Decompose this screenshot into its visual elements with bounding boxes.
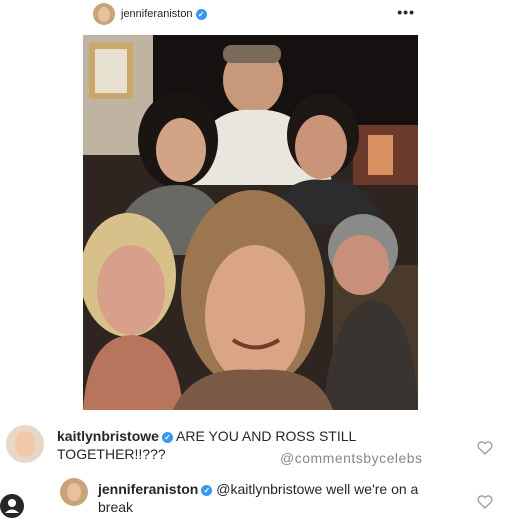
post-author-username[interactable]: jenniferaniston ✓ xyxy=(121,8,207,20)
reply-item: jenniferaniston ✓ @kaitlynbristowe well w… xyxy=(98,480,428,516)
reply-author-avatar[interactable] xyxy=(60,478,88,506)
heart-icon[interactable] xyxy=(477,441,493,455)
verified-icon: ✓ xyxy=(161,431,173,443)
post-photo[interactable] xyxy=(83,35,418,410)
reply-username[interactable]: jenniferaniston xyxy=(98,481,198,497)
commenter-avatar[interactable] xyxy=(6,425,44,463)
post-header: jenniferaniston ✓ ••• xyxy=(0,0,519,28)
more-options-button[interactable]: ••• xyxy=(397,4,415,20)
watermark: @commentsbycelebs xyxy=(280,450,423,466)
heart-icon[interactable] xyxy=(477,495,493,509)
profile-icon[interactable] xyxy=(0,494,24,518)
reply-mention[interactable]: @kaitlynbristowe xyxy=(216,481,322,497)
verified-icon: ✓ xyxy=(195,8,207,20)
comment-username[interactable]: kaitlynbristowe xyxy=(57,428,159,444)
verified-icon: ✓ xyxy=(201,484,213,496)
post-author-avatar[interactable] xyxy=(93,3,115,25)
group-selfie-image xyxy=(83,35,418,410)
